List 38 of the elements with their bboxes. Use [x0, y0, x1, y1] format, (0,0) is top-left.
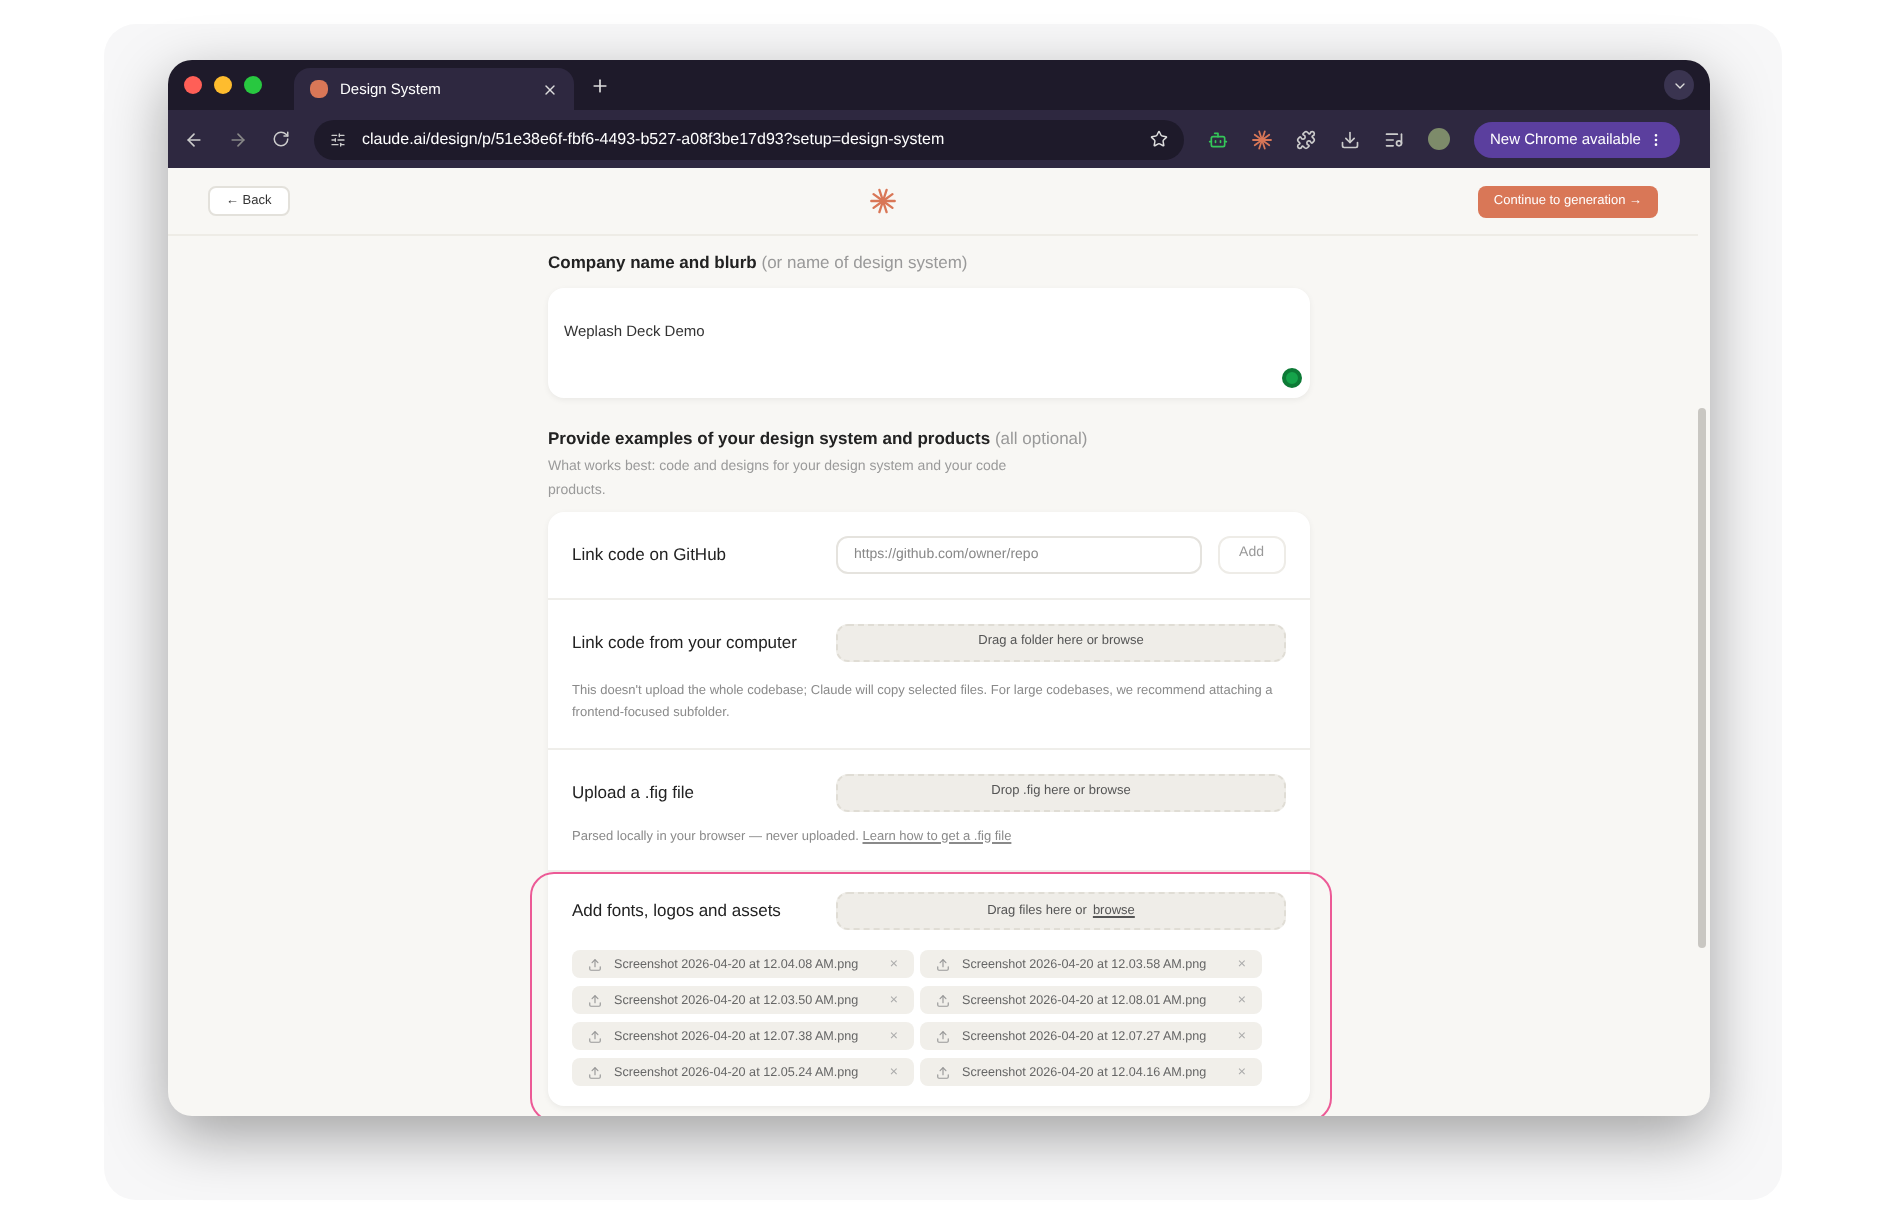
profile-avatar[interactable] — [1428, 128, 1450, 150]
scrollbar-thumb[interactable] — [1698, 408, 1706, 948]
tab-menu-button[interactable] — [1664, 70, 1694, 100]
sparkle-icon — [1252, 129, 1272, 149]
row-label: Link code on GitHub — [572, 541, 729, 567]
media-icon[interactable] — [1384, 129, 1404, 149]
upload-icon — [936, 957, 950, 972]
minimize-window-icon[interactable] — [214, 76, 232, 94]
new-tab-icon[interactable] — [590, 75, 610, 95]
section-hint: (all optional) — [994, 427, 1088, 448]
upload-icon — [588, 1029, 602, 1044]
close-window-icon[interactable] — [184, 76, 202, 94]
url-text: claude.ai/design/p/51e38e6f-fbf6-4493-b527-a08f3be17d93?setup=design-system — [362, 127, 947, 151]
field-hint: (or name of design system) — [761, 252, 968, 272]
bookmark-icon[interactable] — [1150, 130, 1168, 148]
row-label: Link code from your computer — [572, 629, 799, 655]
close-tab-icon[interactable] — [542, 81, 558, 97]
upload-icon — [588, 993, 602, 1008]
site-settings-icon[interactable] — [330, 131, 346, 147]
back-icon[interactable] — [184, 129, 204, 149]
row-label: Upload a .fig file — [572, 779, 696, 805]
maximize-window-icon[interactable] — [244, 76, 262, 94]
upload-icon — [936, 993, 950, 1008]
logo-icon — [870, 188, 897, 214]
row-label: Add fonts, logos and assets — [572, 898, 783, 925]
robot-icon[interactable] — [1208, 129, 1228, 149]
favicon-icon — [310, 80, 328, 98]
field-label: Company name and blurb — [548, 252, 757, 272]
upload-icon — [936, 1065, 950, 1080]
forward-icon[interactable] — [228, 129, 248, 149]
upload-icon — [588, 1065, 602, 1080]
extensions-icon[interactable] — [1296, 129, 1316, 149]
reload-icon[interactable] — [272, 130, 290, 148]
upload-icon — [588, 957, 602, 972]
upload-icon — [936, 1029, 950, 1044]
download-icon[interactable] — [1340, 129, 1360, 149]
address-bar[interactable]: claude.ai/design/p/51e38e6f-fbf6-4493-b527-a08f3be17d93?setup=design-system — [314, 119, 1184, 159]
section-title: Provide examples of your design system and products — [548, 427, 991, 448]
